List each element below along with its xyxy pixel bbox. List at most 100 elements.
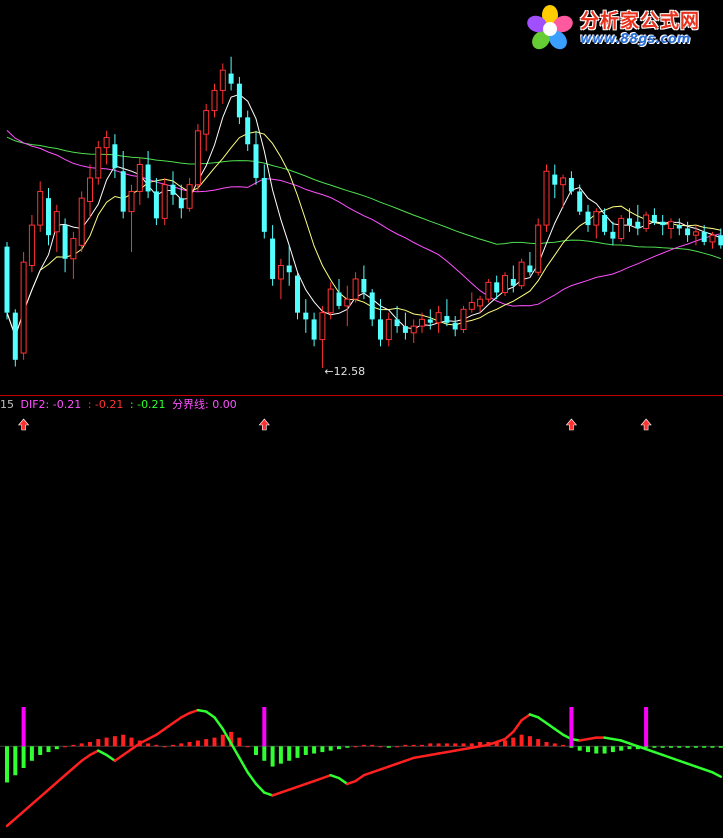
flower-logo-icon	[527, 5, 573, 50]
histogram-bar	[79, 743, 84, 747]
dif2-line-segment	[387, 762, 399, 768]
dif2-line-segment	[362, 771, 374, 777]
histogram-bar	[561, 744, 566, 747]
candle-body	[676, 225, 682, 229]
candle-body	[4, 246, 10, 313]
candle-body	[709, 234, 716, 243]
histogram-bar	[536, 739, 541, 747]
dif2-line-segment	[47, 781, 59, 791]
candle	[37, 181, 44, 232]
dif2-line-segment	[603, 736, 615, 741]
candle	[46, 188, 51, 246]
histogram-bar	[386, 746, 391, 748]
candle-body	[78, 197, 85, 246]
candle	[568, 171, 574, 195]
candle-body	[660, 221, 666, 226]
candle	[502, 272, 508, 296]
dif2-line-segment	[578, 737, 590, 742]
dif2-line-segment	[379, 765, 391, 771]
dif2-line-segment	[445, 749, 457, 754]
candle-body	[610, 231, 616, 239]
dif2-line-segment	[246, 771, 258, 786]
dif2-line-segment	[528, 713, 540, 719]
candle-body	[394, 319, 400, 327]
candle-body	[228, 73, 234, 84]
candle	[668, 218, 674, 239]
candle-body	[460, 308, 467, 330]
histogram-bar	[602, 746, 607, 754]
candle-body	[270, 238, 276, 279]
dif2-line-segment	[329, 773, 341, 780]
dif2-line-segment	[420, 753, 432, 758]
candle-body	[427, 319, 433, 323]
dif2-line-segment	[121, 747, 133, 757]
candle-body	[153, 191, 159, 219]
legend-period: 15	[0, 398, 14, 411]
histogram-bar	[38, 746, 43, 755]
candle-body	[128, 190, 135, 213]
histogram-bar	[146, 743, 151, 747]
dif2-line-segment	[55, 773, 67, 784]
candle	[635, 204, 641, 236]
candle	[718, 228, 723, 249]
candle-body	[602, 215, 608, 232]
histogram-bar	[121, 734, 126, 747]
candle-body	[112, 144, 118, 168]
histogram-bar	[337, 746, 341, 750]
candle-body	[186, 184, 193, 209]
candle-body	[635, 221, 641, 229]
histogram-bar	[569, 746, 574, 748]
kline-chart[interactable]: ←12.58	[0, 0, 723, 838]
candle	[95, 140, 102, 185]
candle-body	[494, 282, 500, 293]
candle-body	[692, 231, 699, 236]
histogram-bar	[29, 746, 34, 761]
histogram-bar	[669, 746, 673, 748]
dif2-line-segment	[105, 753, 117, 763]
histogram-bar	[586, 746, 590, 753]
candle-body	[178, 198, 184, 209]
dif2-line-segment	[545, 721, 557, 731]
dif2-line-segment	[669, 756, 681, 763]
candle-body	[170, 184, 176, 195]
candle-body	[203, 110, 210, 135]
candle-body	[452, 322, 458, 330]
dif2-line-segment	[370, 768, 382, 774]
dif2-line-segment	[88, 749, 100, 757]
candle	[194, 124, 201, 192]
candle-body	[527, 265, 533, 273]
histogram-bar	[428, 743, 433, 747]
candle-body	[352, 278, 359, 300]
buy-arrow-icon	[17, 418, 30, 431]
histogram-bar	[179, 743, 184, 747]
histogram-bar	[594, 746, 599, 754]
candle-body	[28, 224, 35, 267]
candle-body	[518, 261, 525, 287]
site-watermark: 分析家公式网 www.88gs.com	[522, 2, 722, 54]
candle	[468, 292, 475, 313]
candle-body	[402, 326, 408, 333]
candle	[452, 316, 458, 337]
watermark-url: www.88gs.com	[580, 32, 691, 47]
signal-bar	[262, 707, 267, 747]
candle	[20, 252, 27, 360]
candle-body	[145, 164, 151, 192]
candle-body	[53, 211, 60, 233]
dif2-line-segment	[711, 771, 723, 778]
legend-item3: : -0.21	[129, 398, 166, 411]
dif2-line-segment	[196, 708, 208, 713]
dif2-line-segment	[254, 782, 266, 794]
histogram-bar	[270, 746, 275, 767]
histogram-bar	[420, 744, 424, 747]
histogram-bar	[610, 746, 615, 753]
legend-zero-line: 分界线: 0.00	[172, 398, 237, 411]
histogram-bar	[469, 743, 474, 747]
candle	[485, 278, 492, 303]
candle-body	[37, 190, 44, 226]
histogram-bar	[212, 737, 217, 747]
candle	[410, 319, 417, 343]
histogram-bar	[436, 743, 441, 747]
dif2-line-segment	[155, 727, 166, 736]
candle	[352, 272, 359, 303]
candle	[627, 208, 632, 232]
